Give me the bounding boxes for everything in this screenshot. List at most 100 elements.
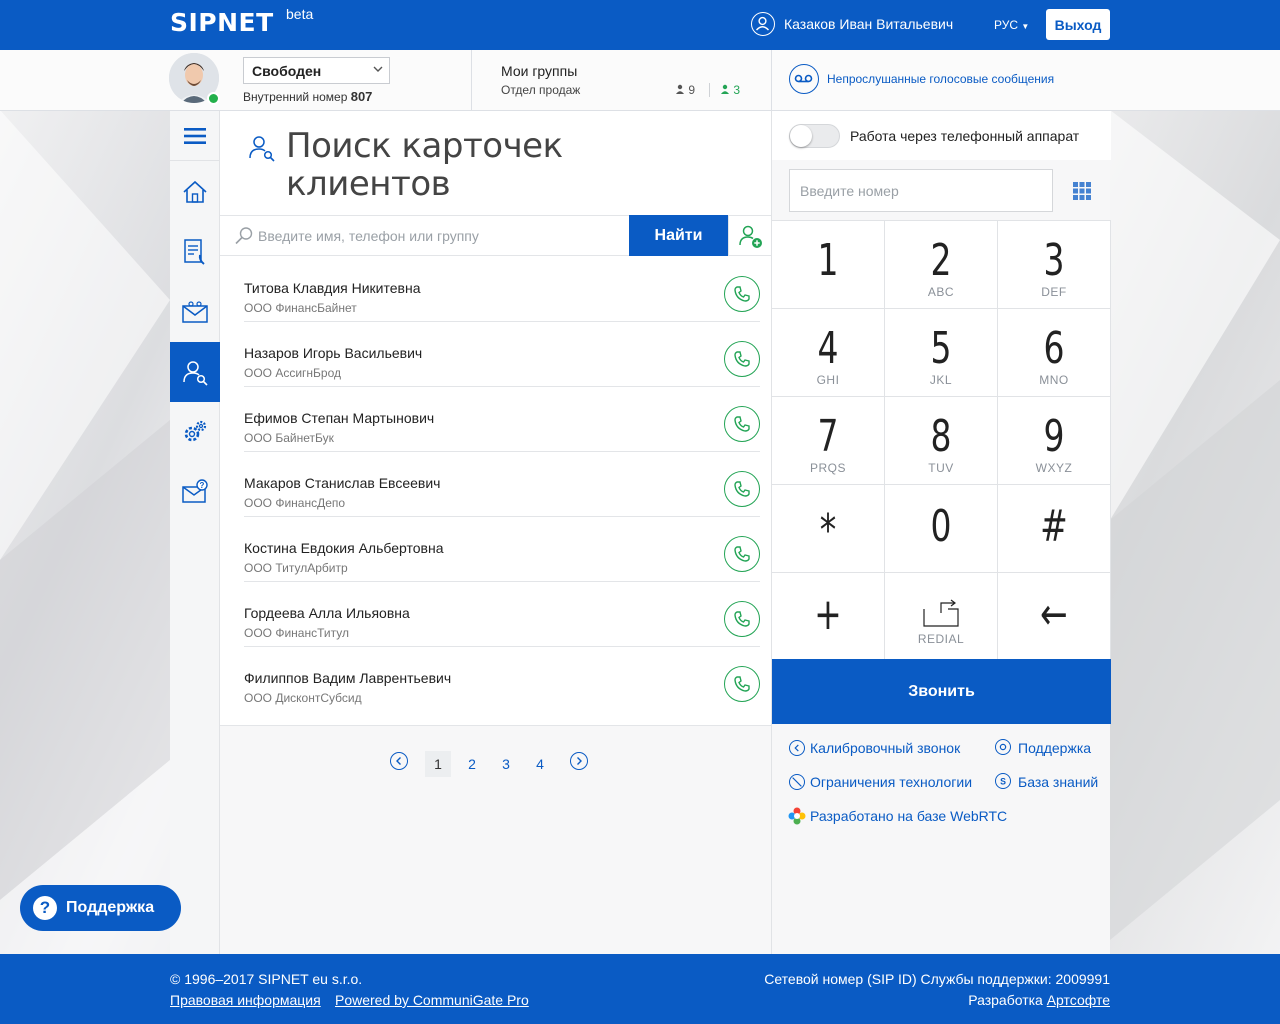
call-button[interactable]	[724, 341, 760, 377]
call-button[interactable]	[724, 536, 760, 572]
key-4[interactable]: 4 GHI	[772, 308, 885, 396]
home-icon	[183, 180, 207, 203]
key-star[interactable]: *	[772, 484, 885, 572]
online-status-dot	[207, 92, 220, 105]
prev-page-button[interactable]	[390, 752, 408, 770]
phone-number-input[interactable]	[789, 169, 1053, 212]
list-item[interactable]: Гордеева Алла Ильяовна ООО ФинансТитул	[244, 582, 760, 647]
list-item[interactable]: Костина Евдокия Альбертовна ООО ТитулАрб…	[244, 517, 760, 582]
restrictions-link[interactable]: Ограничения технологии	[810, 774, 972, 790]
settings-icon	[184, 420, 207, 442]
key-letters: ABC	[927, 285, 955, 299]
sidebar-item-call-log[interactable]	[170, 222, 220, 282]
developer-link[interactable]: Артсофте	[1047, 992, 1110, 1008]
sidebar-item-settings[interactable]	[170, 402, 220, 462]
status-select[interactable]: Свободен	[243, 57, 390, 84]
sidebar-menu-toggle[interactable]	[170, 111, 220, 161]
sidebar-item-help-mail[interactable]: ?	[170, 462, 220, 522]
developer-prefix: Разработка	[968, 992, 1043, 1008]
call-button[interactable]	[724, 666, 760, 702]
key-plus[interactable]: +	[772, 572, 885, 660]
key-letters: REDIAL	[917, 632, 965, 646]
key-letters: PRQS	[809, 461, 846, 475]
phone-icon	[734, 351, 750, 367]
language-selector[interactable]: РУС ▼	[994, 18, 1029, 32]
key-1[interactable]: 1	[772, 220, 885, 308]
backspace-arrow-icon: ←	[1040, 589, 1068, 640]
key-backspace[interactable]: ←	[998, 572, 1111, 660]
user-name[interactable]: Казаков Иван Витальевич	[784, 16, 953, 32]
phone-mode-toggle[interactable]	[789, 124, 840, 148]
phone-icon	[734, 481, 750, 497]
divider	[771, 50, 772, 111]
extension-info: Внутренний номер 807	[243, 89, 372, 104]
webrtc-logo-icon	[788, 807, 806, 825]
next-page-button[interactable]	[570, 752, 588, 770]
key-9[interactable]: 9 WXYZ	[998, 396, 1111, 484]
key-2[interactable]: 2 ABC	[885, 220, 998, 308]
list-item[interactable]: Филиппов Вадим Лаврентьевич ООО ДисконтС…	[244, 647, 760, 712]
logout-button[interactable]: Выход	[1046, 9, 1110, 40]
key-digit: #	[1040, 501, 1068, 552]
contact-name: Титова Клавдия Никитевна	[244, 280, 421, 296]
key-letters: GHI	[816, 373, 840, 387]
phone-icon	[734, 611, 750, 627]
add-contact-button[interactable]	[728, 215, 772, 256]
page-4[interactable]: 4	[527, 751, 553, 777]
key-6[interactable]: 6 MNO	[998, 308, 1111, 396]
find-button[interactable]: Найти	[629, 215, 728, 256]
list-item[interactable]: Назаров Игорь Васильевич ООО АссигнБрод	[244, 322, 760, 387]
call-button[interactable]	[724, 276, 760, 312]
powered-by-link[interactable]: Powered by CommuniGate Pro	[335, 992, 529, 1008]
sidebar-item-contacts[interactable]	[170, 342, 220, 402]
user-profile-icon[interactable]	[751, 12, 775, 36]
contact-company: ООО ФинансДепо	[244, 496, 346, 510]
contact-name: Ефимов Степан Мартынович	[244, 410, 435, 426]
search-input[interactable]	[258, 216, 618, 255]
contact-company: ООО ТитулАрбитр	[244, 561, 348, 575]
voicemail-link[interactable]: Непрослушанные голосовые сообщения	[827, 72, 1054, 86]
webrtc-link[interactable]: Разработано на базе WebRTC	[810, 808, 1007, 824]
contact-company: ООО ДисконтСубсид	[244, 691, 362, 705]
support-button[interactable]: ? Поддержка	[20, 885, 181, 931]
keypad-grid-icon[interactable]	[1072, 181, 1092, 201]
groups-title[interactable]: Мои группы	[501, 63, 577, 79]
legal-info-link[interactable]: Правовая информация	[170, 992, 321, 1008]
sidebar-item-voicemail[interactable]	[170, 282, 220, 342]
sidebar: ?	[170, 111, 220, 954]
contact-name: Филиппов Вадим Лаврентьевич	[244, 670, 452, 686]
call-log-icon	[184, 239, 205, 265]
key-digit: *	[819, 505, 837, 556]
call-button[interactable]: Звонить	[772, 659, 1111, 724]
calibration-call-link[interactable]: Калибровочный звонок	[810, 740, 960, 756]
contact-name: Назаров Игорь Васильевич	[244, 345, 423, 361]
svg-text:S: S	[1000, 777, 1006, 787]
key-5[interactable]: 5 JKL	[885, 308, 998, 396]
key-letters: TUV	[928, 461, 954, 475]
call-button[interactable]	[724, 406, 760, 442]
list-item[interactable]: Макаров Станислав Евсеевич ООО ФинансДеп…	[244, 452, 760, 517]
call-button[interactable]	[724, 471, 760, 507]
key-digit: 4	[817, 323, 839, 374]
support-link[interactable]: Поддержка	[1018, 740, 1091, 756]
key-redial[interactable]: REDIAL	[885, 572, 998, 660]
status-bar: Свободен Внутренний номер 807 Мои группы…	[0, 50, 1280, 111]
key-3[interactable]: 3 DEF	[998, 220, 1111, 308]
key-7[interactable]: 7 PRQS	[772, 396, 885, 484]
sipnet-logo[interactable]: SIPNET	[170, 8, 274, 37]
list-item[interactable]: Ефимов Степан Мартынович ООО БайнетБук	[244, 387, 760, 452]
key-hash[interactable]: #	[998, 484, 1111, 572]
call-button[interactable]	[724, 601, 760, 637]
page-1[interactable]: 1	[425, 751, 451, 777]
list-item[interactable]: Титова Клавдия Никитевна ООО ФинансБайне…	[244, 257, 760, 322]
page-3[interactable]: 3	[493, 751, 519, 777]
key-0[interactable]: 0	[885, 484, 998, 572]
page-2[interactable]: 2	[459, 751, 485, 777]
knowledge-base-link[interactable]: База знаний	[1018, 774, 1098, 790]
key-8[interactable]: 8 TUV	[885, 396, 998, 484]
voicemail-icon[interactable]	[789, 64, 819, 94]
key-letters: JKL	[929, 373, 953, 387]
developer-credit: Разработка Артсофте	[968, 992, 1110, 1008]
divider	[709, 83, 710, 97]
sidebar-item-home[interactable]	[170, 162, 220, 222]
